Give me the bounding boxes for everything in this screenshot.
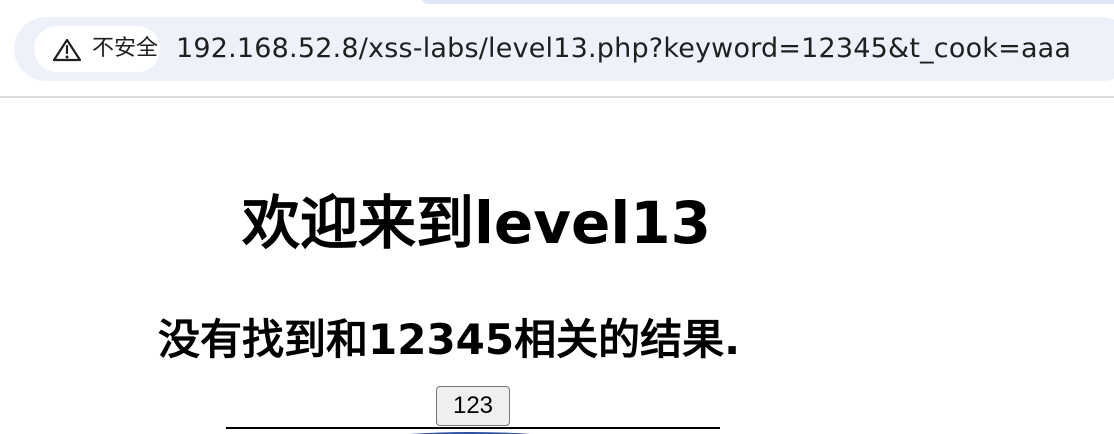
partial-logo-image [326,430,618,434]
content-line [226,427,720,429]
warning-icon [52,38,82,62]
browser-top-bar: 不安全 192.168.52.8/xss-labs/level13.php?ke… [0,0,1114,96]
webpage-content: 欢迎来到level13 没有找到和12345相关的结果. 123 [0,98,1114,434]
page-title: 欢迎来到level13 [242,188,711,257]
address-bar[interactable]: 不安全 192.168.52.8/xss-labs/level13.php?ke… [14,17,1114,81]
security-label: 不安全 [92,36,159,61]
url-text[interactable]: 192.168.52.8/xss-labs/level13.php?keywor… [176,32,1071,66]
security-indicator[interactable]: 不安全 [34,26,160,72]
submit-button[interactable]: 123 [436,386,510,426]
tab-strip-edge [420,0,1114,4]
search-result-message: 没有找到和12345相关的结果. [158,314,741,364]
